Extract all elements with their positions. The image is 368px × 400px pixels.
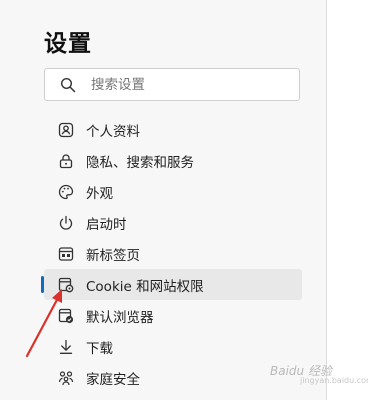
sidebar-item-cookies-permissions[interactable]: Cookie 和网站权限	[41, 269, 302, 300]
search-box[interactable]	[44, 68, 300, 101]
page-title: 设置	[44, 31, 92, 57]
lock-icon	[59, 153, 73, 168]
search-input[interactable]	[89, 75, 283, 94]
site-permissions-icon	[58, 277, 74, 292]
download-icon	[59, 339, 73, 354]
sidebar-item-label: 外观	[86, 185, 113, 202]
sidebar-item-profile[interactable]: 个人资料	[44, 114, 302, 145]
sidebar-item-label: Cookie 和网站权限	[86, 278, 204, 295]
sidebar-item-appearance[interactable]: 外观	[44, 176, 302, 207]
sidebar-item-label: 新标签页	[86, 247, 140, 264]
search-icon	[60, 77, 76, 92]
sidebar-item-label: 启动时	[86, 216, 127, 233]
watermark-subtext: jingyan.baidu.com	[300, 376, 368, 385]
palette-icon	[58, 184, 74, 199]
sidebar-item-downloads[interactable]: 下载	[44, 331, 302, 362]
sidebar-item-default-browser[interactable]: 默认浏览器	[44, 300, 302, 331]
settings-nav: 个人资料 隐私、搜索和服务 外观 启动时 新标签页 Cookie 和网站权限 默…	[41, 114, 302, 393]
sidebar-item-privacy[interactable]: 隐私、搜索和服务	[44, 145, 302, 176]
sidebar-item-label: 默认浏览器	[86, 309, 154, 326]
profile-icon	[58, 122, 74, 137]
sidebar-item-label: 个人资料	[86, 123, 140, 140]
default-browser-icon	[58, 308, 74, 323]
new-tab-icon	[58, 246, 74, 261]
sidebar-item-startup[interactable]: 启动时	[44, 207, 302, 238]
sidebar-item-label: 家庭安全	[86, 371, 140, 388]
family-icon	[58, 370, 74, 385]
sidebar-item-label: 下载	[86, 340, 113, 357]
sidebar-item-new-tab[interactable]: 新标签页	[44, 238, 302, 269]
sidebar-item-family-safety[interactable]: 家庭安全	[44, 362, 302, 393]
sidebar-item-label: 隐私、搜索和服务	[86, 154, 194, 171]
content-pane	[327, 0, 368, 400]
watermark-logo: Baidu 经验 jingyan.baidu.com	[270, 362, 368, 385]
settings-sidebar: 设置 个人资料 隐私、搜索和服务	[0, 0, 326, 400]
power-icon	[59, 215, 73, 230]
